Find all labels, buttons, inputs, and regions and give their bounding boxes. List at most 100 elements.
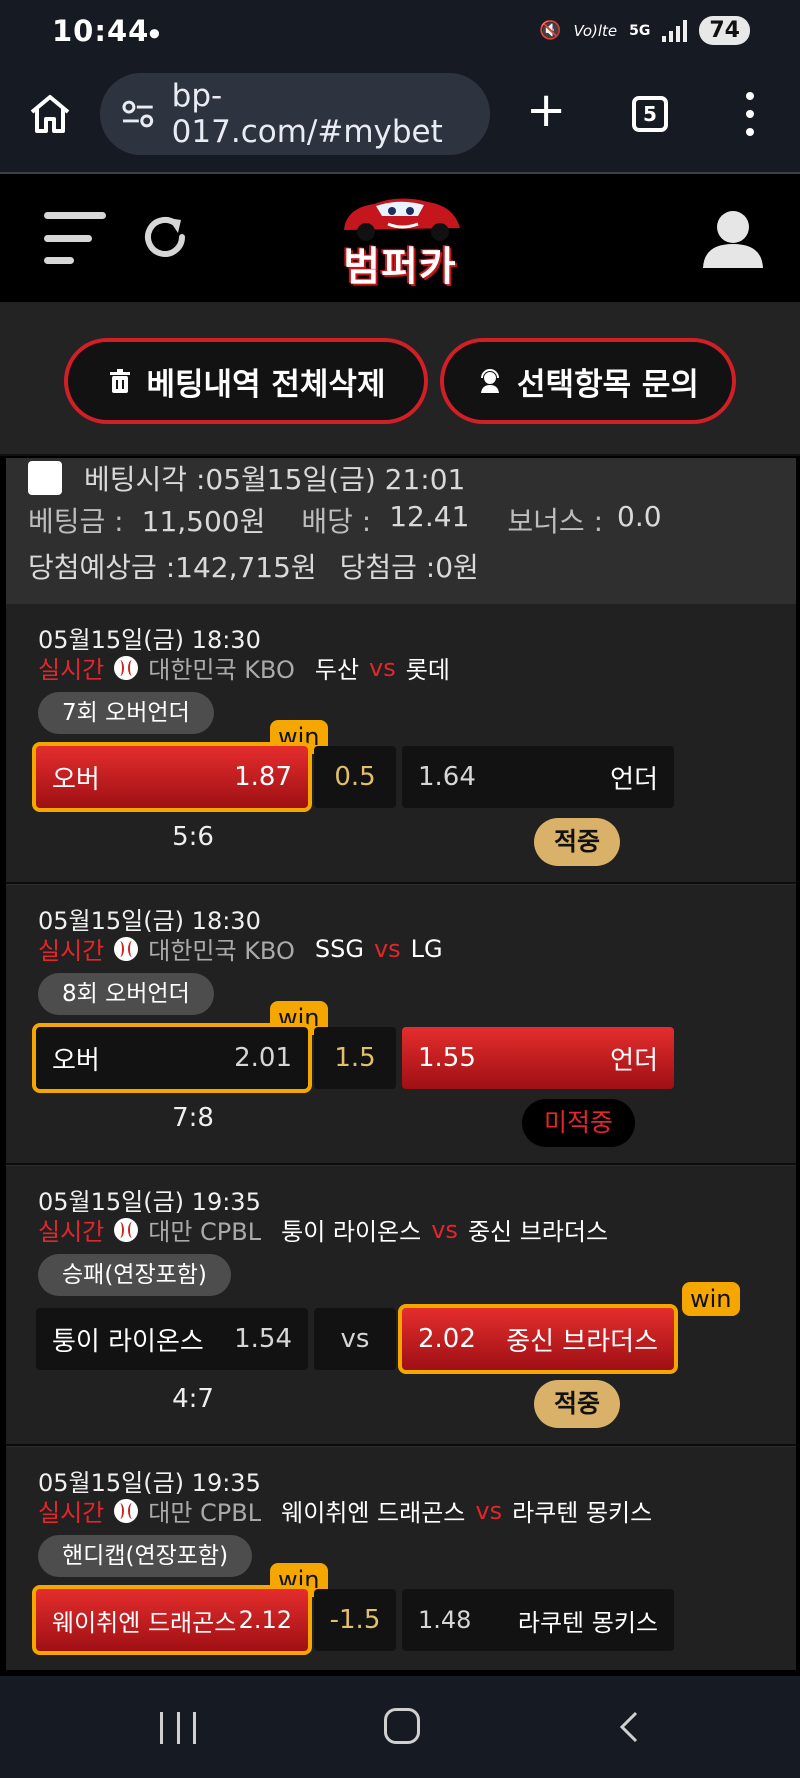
pick-right-name: 언더 <box>610 1045 658 1076</box>
market-badge: 승패(연장포함) <box>38 1254 231 1296</box>
vs-label: vs <box>369 653 396 682</box>
user-icon[interactable] <box>700 208 766 270</box>
pick-left[interactable]: 오버 2.01 <box>32 1023 312 1093</box>
volte-icon: Vo)lte <box>573 21 618 40</box>
home-team: 두산 <box>314 656 360 684</box>
vs-label: vs <box>373 934 401 963</box>
home-team: SSG <box>314 934 364 963</box>
final-score: 4:7 <box>172 1384 214 1414</box>
pick-right-odd: 2.02 <box>418 1324 476 1354</box>
pick-right-odd: 1.55 <box>418 1043 476 1073</box>
pick-left[interactable]: 웨이취엔 드래곤스 2.12 <box>32 1585 312 1655</box>
line-value: 1.5 <box>314 1027 396 1089</box>
bonus-value: 0.0 <box>617 500 662 533</box>
site-settings-icon[interactable] <box>122 100 154 128</box>
bet-slip-summary: 베팅시각 :05월15일(금) 21:01 베팅금 : 11,500원 배당 :… <box>6 458 796 604</box>
vs-label: vs <box>475 1496 503 1525</box>
trash-icon <box>109 369 130 393</box>
actual-winnings: 당첨금 :0원 <box>339 551 479 584</box>
final-score: 7:8 <box>172 1103 214 1133</box>
match-league-line: 실시간 대만 CPBL 웨이취엔 드래곤스 vs 라쿠텐 몽키스 <box>38 1493 652 1528</box>
pick-left-odd: 1.54 <box>234 1324 292 1354</box>
support-agent-icon <box>481 369 500 393</box>
system-navigation-bar <box>0 1676 800 1778</box>
tab-switcher-button[interactable]: 5 <box>632 96 668 132</box>
match-card: 05월15일(금) 19:35 실시간 대만 CPBL 퉁이 라이온스 vs 중… <box>6 1166 796 1446</box>
line-value: 0.5 <box>314 746 396 808</box>
address-bar[interactable]: bp-017.com/#mybet <box>100 73 490 155</box>
line-value: vs <box>314 1308 396 1370</box>
inquire-selected-button[interactable]: 선택항목 문의 <box>440 338 736 424</box>
vs-label: vs <box>431 1215 458 1244</box>
live-label: 실시간 <box>38 1499 105 1527</box>
home-icon[interactable] <box>28 92 72 136</box>
league-name: 대만 CPBL <box>148 1499 262 1527</box>
market-badge: 핸디캡(연장포함) <box>38 1535 253 1577</box>
bet-time: 베팅시각 :05월15일(금) 21:01 <box>84 463 466 496</box>
home-team: 퉁이 라이온스 <box>281 1218 422 1246</box>
bet-history-panel: 베팅시각 :05월15일(금) 21:01 베팅금 : 11,500원 배당 :… <box>6 458 796 1670</box>
bet-select-checkbox[interactable] <box>28 461 62 495</box>
url-text[interactable]: bp-017.com/#mybet <box>172 78 490 150</box>
network-type: 5G <box>629 22 651 39</box>
pick-left-odd: 1.87 <box>234 762 292 792</box>
result-badge: 적중 <box>534 818 621 866</box>
match-league-line: 실시간 대한민국 KBO SSG vs LG <box>38 931 443 966</box>
match-league-line: 실시간 대한민국 KBO 두산 vs 롯데 <box>38 650 450 685</box>
market-badge: 7회 오버언더 <box>38 692 214 734</box>
pick-right[interactable]: 1.48 라쿠텐 몽키스 <box>402 1589 674 1651</box>
match-league-line: 실시간 대만 CPBL 퉁이 라이온스 vs 중신 브라더스 <box>38 1212 608 1247</box>
baseball-icon <box>114 1498 139 1523</box>
result-badge: 미적중 <box>522 1099 636 1147</box>
battery-indicator: 74 <box>699 16 750 45</box>
delete-all-bets-button[interactable]: 베팅내역 전체삭제 <box>64 338 428 424</box>
league-name: 대만 CPBL <box>148 1218 262 1246</box>
pick-left-name: 웨이취엔 드래곤스 <box>52 1608 237 1637</box>
baseball-icon <box>114 655 139 680</box>
site-logo[interactable]: 범퍼카 <box>330 188 470 290</box>
recent-apps-icon[interactable] <box>160 1712 196 1744</box>
live-label: 실시간 <box>38 937 105 965</box>
pick-left[interactable]: 오버 1.87 <box>32 742 312 812</box>
delete-all-label: 베팅내역 전체삭제 <box>146 366 386 403</box>
pick-right-name: 라쿠텐 몽키스 <box>517 1608 658 1637</box>
final-score: 5:6 <box>172 822 214 852</box>
site-header: 범퍼카 <box>0 176 800 298</box>
match-card: 05월15일(금) 19:35 실시간 대만 CPBL 웨이취엔 드래곤스 vs… <box>6 1447 796 1670</box>
pick-left-odd: 2.12 <box>238 1606 292 1634</box>
pick-left-odd: 2.01 <box>234 1043 292 1073</box>
stake-label: 베팅금 : <box>28 505 124 538</box>
away-team: 롯데 <box>405 656 450 684</box>
live-label: 실시간 <box>38 656 105 684</box>
pick-right-odd: 1.48 <box>418 1606 472 1634</box>
league-name: 대한민국 KBO <box>148 937 295 965</box>
refresh-icon[interactable] <box>138 210 192 264</box>
baseball-icon <box>114 1217 139 1242</box>
menu-icon[interactable] <box>44 212 110 264</box>
status-bar: 10:44 ⚫ 🔇 Vo)lte 5G 74 <box>0 0 800 66</box>
pick-right-odd: 1.64 <box>418 762 476 792</box>
away-team: 라쿠텐 몽키스 <box>512 1499 653 1527</box>
pick-left-name: 퉁이 라이온스 <box>52 1326 204 1357</box>
pick-right[interactable]: 1.64 언더 <box>402 746 674 808</box>
inquire-selected-label: 선택항목 문의 <box>517 366 699 403</box>
market-badge: 8회 오버언더 <box>38 973 214 1015</box>
clock: 10:44 <box>52 14 150 48</box>
pick-left[interactable]: 퉁이 라이온스 1.54 <box>36 1308 308 1370</box>
pick-right[interactable]: 2.02 중신 브라더스 <box>398 1304 678 1374</box>
back-icon[interactable] <box>614 1710 644 1744</box>
pick-right[interactable]: 1.55 언더 <box>402 1027 674 1089</box>
home-nav-icon[interactable] <box>384 1708 420 1744</box>
notification-icon: ⚫ <box>146 22 163 46</box>
baseball-icon <box>114 936 139 961</box>
bonus-label: 보너스 : <box>507 505 604 538</box>
expected-winnings: 당첨예상금 :142,715원 <box>28 551 317 584</box>
pick-left-name: 오버 <box>52 1045 100 1076</box>
league-name: 대한민국 KBO <box>148 656 295 684</box>
more-menu-icon[interactable] <box>740 92 760 136</box>
browser-toolbar: bp-017.com/#mybet + 5 <box>0 66 800 174</box>
new-tab-button[interactable]: + <box>526 86 566 134</box>
logo-text: 범퍼카 <box>343 244 457 290</box>
match-card: 05월15일(금) 18:30 실시간 대한민국 KBO 두산 vs 롯데 7회… <box>6 604 796 884</box>
mute-icon: 🔇 <box>539 20 562 41</box>
